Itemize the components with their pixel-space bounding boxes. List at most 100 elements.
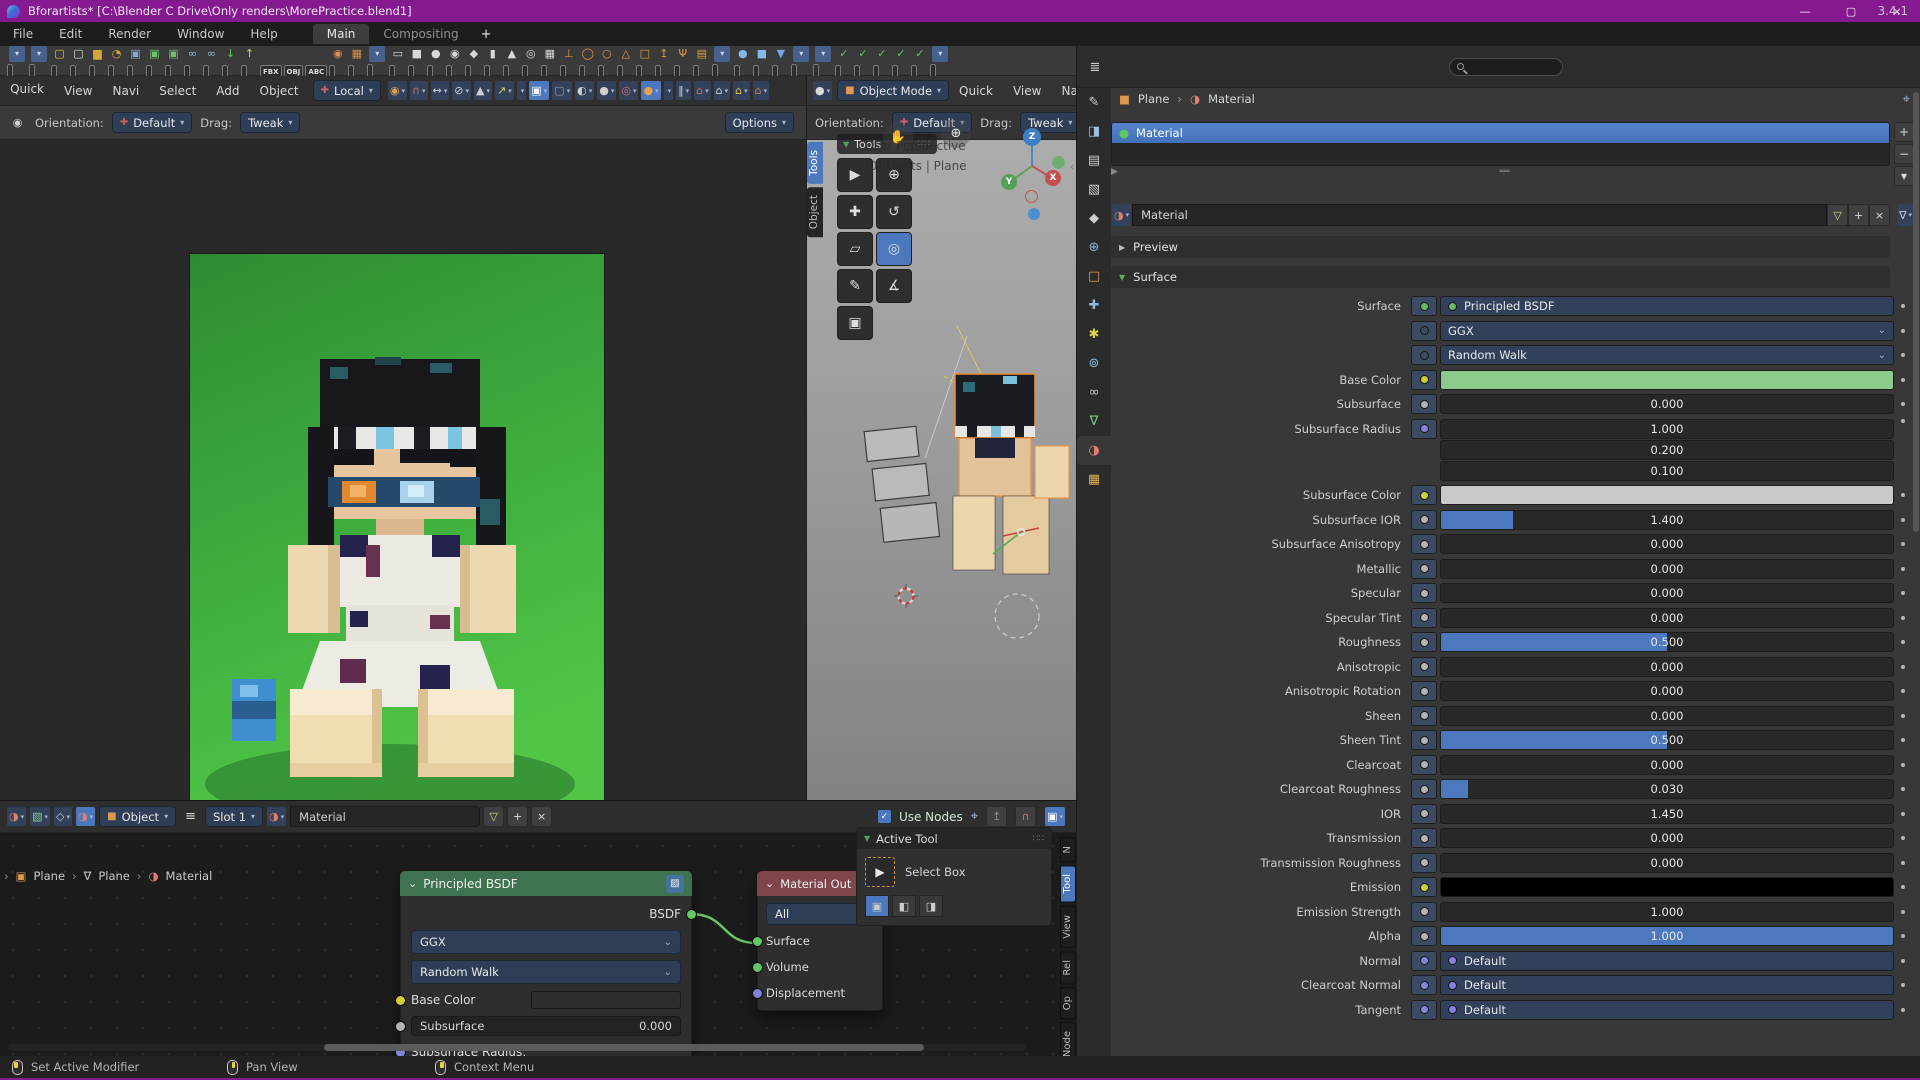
- recent-files-icon[interactable]: ◔: [107, 44, 126, 63]
- socket-button[interactable]: [1411, 926, 1437, 946]
- keyframe-dot[interactable]: [1894, 763, 1912, 767]
- overlays-combo[interactable]: ▣: [529, 81, 549, 100]
- socket-button[interactable]: [1411, 902, 1437, 922]
- pin-icon[interactable]: ⌖: [1903, 92, 1910, 107]
- socket-button[interactable]: [1411, 608, 1437, 628]
- node-preview-icon[interactable]: ▨: [666, 875, 684, 893]
- menu-object[interactable]: Object: [250, 84, 309, 98]
- multi-value-2[interactable]: 0.200: [1440, 440, 1894, 460]
- home-grid-icon[interactable]: ⌂: [753, 81, 770, 100]
- keyframe-dot[interactable]: [1894, 304, 1912, 308]
- go-to-parent-node-icon[interactable]: ↥: [986, 806, 1007, 827]
- render-animation-icon[interactable]: ▦: [347, 44, 366, 63]
- zoom-view-icon[interactable]: ⊕: [941, 118, 971, 148]
- keyframe-dot[interactable]: [1894, 567, 1912, 571]
- ntab-rel[interactable]: Rel: [1060, 951, 1076, 984]
- pin-icon[interactable]: ⌖: [971, 809, 978, 824]
- value-field[interactable]: 0.000: [1440, 681, 1894, 701]
- snap-magnet-icon[interactable]: ∩: [410, 81, 428, 100]
- material-slot-list[interactable]: ● Material: [1111, 122, 1890, 166]
- drag-grip-icon[interactable]: ∷∷: [1033, 834, 1044, 844]
- drag-grip-icon[interactable]: ∷∷: [918, 139, 931, 149]
- preview-panel-header[interactable]: ▶Preview: [1111, 236, 1890, 258]
- socket-button[interactable]: [1411, 755, 1437, 775]
- unlink-material-button[interactable]: ×: [531, 806, 552, 827]
- keyframe-dot[interactable]: [1894, 353, 1912, 357]
- material-slot-combo[interactable]: Slot 1: [205, 806, 263, 827]
- browse-material-combo[interactable]: ◑: [1112, 204, 1131, 226]
- select-field[interactable]: Default: [1440, 951, 1894, 971]
- socket-button[interactable]: [1411, 419, 1437, 439]
- select-field[interactable]: Default: [1440, 1000, 1894, 1020]
- tab-tool[interactable]: ✎: [1077, 88, 1111, 117]
- socket-button[interactable]: [1411, 951, 1437, 971]
- tab-modifiers[interactable]: ✚: [1077, 291, 1111, 320]
- keyframe-dot[interactable]: [1894, 402, 1912, 406]
- select-mode-new-button[interactable]: ▣: [865, 895, 889, 917]
- slider-field[interactable]: 1.000: [1440, 926, 1894, 946]
- add-cube-icon[interactable]: ■: [407, 44, 426, 63]
- select-mode-subtract-button[interactable]: ◨: [919, 895, 943, 917]
- color-swatch[interactable]: [1440, 485, 1894, 505]
- shader-type-combo[interactable]: ◑: [7, 807, 26, 826]
- bsdf-output-socket[interactable]: [686, 909, 697, 920]
- add-empty-cube-icon[interactable]: □: [635, 44, 654, 63]
- socket-button[interactable]: [1411, 975, 1437, 995]
- add-grid-icon[interactable]: ▦: [540, 44, 559, 63]
- add-cone-icon[interactable]: ▲: [502, 44, 521, 63]
- value-field[interactable]: 0.000: [1440, 828, 1894, 848]
- tab-particles[interactable]: ✱: [1077, 320, 1111, 349]
- keyframe-dot[interactable]: [1894, 419, 1912, 423]
- menu-navi[interactable]: Navi: [102, 84, 149, 98]
- minimize-button[interactable]: —: [1782, 0, 1828, 22]
- keyframe-dot[interactable]: [1894, 885, 1912, 889]
- tab-render[interactable]: ◨: [1077, 117, 1111, 146]
- slot-list-expand-icon[interactable]: ▶: [1111, 167, 1118, 177]
- subsurface-value-field[interactable]: Subsurface0.000: [411, 1016, 681, 1036]
- keyframe-dot[interactable]: [1894, 738, 1912, 742]
- tab-output[interactable]: ▤: [1077, 146, 1111, 175]
- socket-button[interactable]: [1411, 370, 1437, 390]
- orientation-default-combo[interactable]: ✚Default: [112, 112, 192, 133]
- shading-solid-icon[interactable]: ●: [597, 81, 616, 100]
- save-as-icon[interactable]: ▣: [164, 44, 183, 63]
- proportional-edit-icon[interactable]: ⊘: [452, 81, 471, 100]
- menu-navi[interactable]: Navi: [1051, 84, 1076, 98]
- shading-cube-icon[interactable]: ■: [752, 44, 771, 63]
- material-slot-row[interactable]: ● Material: [1112, 123, 1889, 143]
- select-field[interactable]: Default: [1440, 975, 1894, 995]
- base-color-swatch[interactable]: [531, 991, 681, 1009]
- slot-object-icon[interactable]: ◇: [54, 807, 72, 826]
- new-file-icon[interactable]: ▢: [50, 44, 69, 63]
- ntab-n[interactable]: N: [1060, 837, 1076, 862]
- color-swatch[interactable]: [1440, 370, 1894, 390]
- pause-playback-icon[interactable]: ‖: [676, 81, 691, 100]
- value-field[interactable]: 0.000: [1440, 853, 1894, 873]
- hamburger-menu-icon[interactable]: ≡: [185, 809, 196, 824]
- select-mode-extend-button[interactable]: ◧: [892, 895, 916, 917]
- scale-tool[interactable]: ▱: [837, 232, 873, 266]
- value-field[interactable]: 0.000: [1440, 534, 1894, 554]
- socket-button[interactable]: [1411, 485, 1437, 505]
- add-icosphere-icon[interactable]: ◆: [464, 44, 483, 63]
- apply-move-icon[interactable]: ✓: [834, 44, 853, 63]
- shading-rendered-icon[interactable]: ●: [641, 81, 660, 100]
- add-bone-chain-icon[interactable]: Ψ: [673, 44, 692, 63]
- add-bone-icon[interactable]: ⊥: [559, 44, 578, 63]
- fake-user-shield-icon[interactable]: ▽: [483, 806, 504, 827]
- properties-scrollbar[interactable]: [1913, 92, 1919, 532]
- value-field[interactable]: 0.000: [1440, 583, 1894, 603]
- apply-all-icon[interactable]: ✓: [891, 44, 910, 63]
- new-material-button[interactable]: +: [507, 806, 528, 827]
- multi-value-1[interactable]: 1.000: [1440, 419, 1894, 439]
- material-name-field[interactable]: Material: [290, 806, 480, 827]
- tab-constraints[interactable]: ∞: [1077, 378, 1111, 407]
- add-cylinder-icon[interactable]: ▮: [483, 44, 502, 63]
- keyframe-dot[interactable]: [1894, 787, 1912, 791]
- new-file-blank-icon[interactable]: ▢: [69, 44, 88, 63]
- menu-view[interactable]: View: [1003, 84, 1051, 98]
- socket-button[interactable]: [1411, 559, 1437, 579]
- remove-material-slot-button[interactable]: −: [1894, 144, 1914, 164]
- shading-sphere-icon[interactable]: ●: [733, 44, 752, 63]
- menu-add[interactable]: Add: [206, 84, 249, 98]
